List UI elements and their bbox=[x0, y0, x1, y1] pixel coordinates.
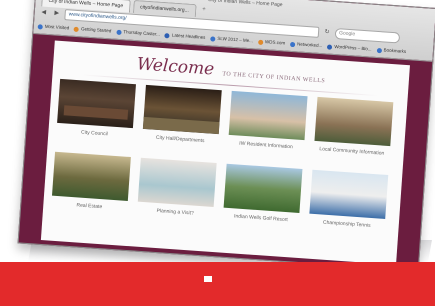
card-community-info[interactable]: Local Community Information bbox=[313, 96, 394, 165]
bookmark-icon bbox=[327, 43, 333, 50]
residents-photo[interactable] bbox=[228, 90, 308, 141]
new-tab-icon[interactable]: + bbox=[199, 4, 210, 15]
bookmark-item[interactable]: Bookmarks bbox=[376, 45, 406, 57]
welcome-title: Welcome bbox=[136, 54, 215, 80]
bookmark-item[interactable]: WDS.com bbox=[257, 37, 286, 49]
footer-notch bbox=[204, 276, 212, 282]
bookmark-icon bbox=[289, 41, 296, 47]
card-championship-tennis[interactable]: Championship Tennis bbox=[308, 169, 389, 238]
card-label[interactable]: Real Estate bbox=[51, 201, 128, 220]
golf-photo[interactable] bbox=[223, 163, 303, 213]
card-label[interactable]: Planning a Visit? bbox=[136, 207, 213, 226]
tennis-photo[interactable] bbox=[309, 169, 389, 219]
card-golf-resort[interactable]: Indian Wells Golf Resort bbox=[222, 163, 303, 232]
bookmark-icon bbox=[164, 32, 171, 38]
spa-photo[interactable] bbox=[137, 157, 217, 207]
search-field[interactable]: Google bbox=[334, 27, 401, 44]
footer-red-bar bbox=[0, 262, 435, 306]
bookmark-item[interactable]: Getting Started bbox=[73, 24, 112, 37]
bookmark-icon bbox=[210, 35, 216, 42]
back-icon[interactable]: ◀ bbox=[38, 7, 49, 18]
card-resident-info[interactable]: IW Resident Information bbox=[227, 90, 308, 159]
navigation-grid: City Council City Hall/Departments IW Re… bbox=[51, 78, 400, 238]
browser-window: City of Indian Wells – Home Page City of… bbox=[17, 0, 435, 272]
card-label[interactable]: Indian Wells Golf Resort bbox=[222, 213, 299, 232]
bookmark-icon bbox=[37, 23, 43, 30]
welcome-subtitle: TO THE CITY OF INDIAN WELLS bbox=[222, 71, 326, 85]
card-label[interactable]: IW Resident Information bbox=[227, 140, 304, 159]
bookmark-item[interactable]: Networked... bbox=[289, 39, 323, 51]
council-photo[interactable] bbox=[57, 78, 136, 129]
card-city-hall[interactable]: City Hall/Departments bbox=[142, 84, 222, 153]
card-label[interactable]: City Council bbox=[56, 128, 133, 147]
bookmark-item[interactable]: Latest Headlines bbox=[164, 30, 206, 43]
window-title: City of Indian Wells – Home Page bbox=[207, 0, 283, 9]
bookmark-icon bbox=[73, 26, 80, 32]
page-content: Welcome TO THE CITY OF INDIAN WELLS City… bbox=[40, 40, 410, 265]
community-photo[interactable] bbox=[314, 96, 394, 147]
card-planning-visit[interactable]: Planning a Visit? bbox=[136, 157, 217, 226]
forward-icon[interactable]: ▶ bbox=[51, 8, 62, 19]
card-city-council[interactable]: City Council bbox=[56, 78, 136, 147]
bookmark-item[interactable]: SLW 2012 – Me... bbox=[210, 33, 253, 46]
bookmark-icon bbox=[257, 39, 264, 45]
city-hall-photo[interactable] bbox=[142, 84, 222, 135]
bookmark-item[interactable]: Most Visited bbox=[37, 21, 69, 33]
real-estate-photo[interactable] bbox=[51, 151, 131, 201]
card-label[interactable]: Local Community Information bbox=[313, 146, 390, 165]
bookmark-item[interactable]: Thursday Caster... bbox=[116, 27, 160, 40]
card-label[interactable]: Championship Tennis bbox=[308, 219, 385, 238]
card-label[interactable]: City Hall/Departments bbox=[142, 134, 219, 153]
card-real-estate[interactable]: Real Estate bbox=[51, 151, 131, 220]
reload-icon[interactable]: ↻ bbox=[322, 27, 333, 38]
bookmark-icon bbox=[376, 47, 382, 53]
bookmark-item[interactable]: WordPress – Blo... bbox=[327, 41, 372, 54]
bookmark-icon bbox=[116, 29, 122, 35]
